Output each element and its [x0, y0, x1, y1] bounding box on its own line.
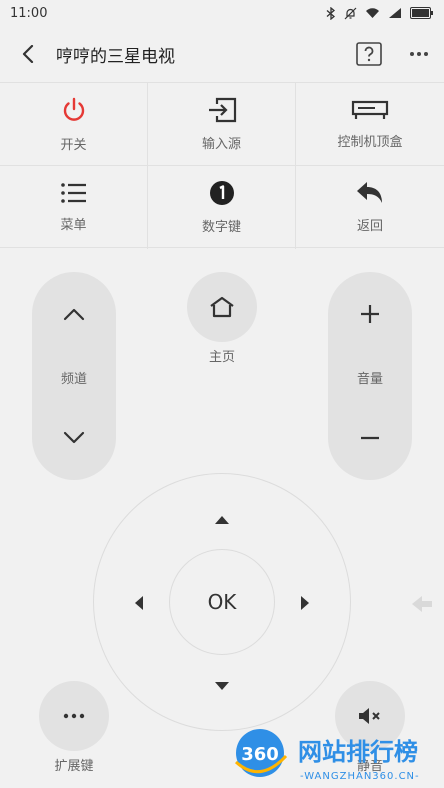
volume-up-button[interactable]: [328, 284, 412, 344]
volume-control: 音量: [328, 272, 412, 480]
number-keys-label: 数字键: [201, 220, 241, 235]
status-bar: 11:00: [0, 0, 444, 26]
more-dots-icon: [63, 713, 85, 719]
status-time: 11:00: [10, 5, 48, 21]
channel-down-button[interactable]: [32, 408, 116, 468]
return-icon: [357, 182, 382, 203]
extend-keys-label: 扩展键: [54, 759, 94, 774]
menu-button[interactable]: 菜单: [0, 166, 148, 249]
set-top-box-button[interactable]: 控制机顶盒: [296, 83, 444, 166]
dpad-left-button[interactable]: [119, 583, 159, 623]
dpad-down-button[interactable]: [202, 666, 242, 706]
home-label: 主页: [208, 350, 235, 365]
signal-icon: [389, 8, 401, 18]
menu-list-icon: [60, 183, 86, 203]
watermark-subtext: -WANGZHAN360.CN-: [300, 771, 420, 782]
chevron-down-icon: [63, 431, 85, 444]
triangle-left-icon: [135, 596, 143, 610]
app-bar: 哼哼的三星电视: [0, 26, 444, 82]
back-button[interactable]: [0, 26, 56, 82]
return-button[interactable]: 返回: [296, 166, 444, 249]
mute-speaker-icon: [359, 708, 380, 724]
bluetooth-icon: [326, 6, 336, 20]
home-icon: [210, 296, 234, 318]
power-button[interactable]: 开关: [0, 83, 148, 166]
chevron-left-icon: [22, 45, 34, 63]
return-label: 返回: [356, 219, 383, 234]
volume-label: 音量: [356, 372, 383, 387]
help-button[interactable]: [344, 26, 394, 82]
dpad-up-button[interactable]: [202, 500, 242, 540]
mute-bell-icon: [344, 7, 357, 19]
input-source-button[interactable]: 输入源: [148, 83, 296, 166]
power-label: 开关: [60, 137, 87, 153]
page-title: 哼哼的三星电视: [56, 46, 175, 67]
watermark-logo: 360 网站排行榜 -WANGZHAN360.CN-: [232, 726, 444, 788]
set-top-box-icon: [351, 100, 389, 119]
triangle-down-icon: [215, 682, 229, 690]
wifi-icon: [366, 8, 379, 18]
dpad-right-button[interactable]: [285, 583, 325, 623]
number-keys-button[interactable]: 数字键: [148, 166, 296, 249]
more-button[interactable]: [394, 26, 444, 82]
minus-icon: [361, 436, 379, 440]
menu-label: 菜单: [60, 218, 87, 233]
battery-icon: [410, 7, 433, 19]
channel-label: 频道: [60, 372, 87, 387]
swipe-hint-arrow-icon: [402, 584, 442, 624]
chevron-up-icon: [63, 308, 85, 321]
number-keys-icon: [209, 181, 234, 205]
channel-control: 频道: [32, 272, 116, 480]
input-source-label: 输入源: [201, 136, 241, 152]
home-button[interactable]: [187, 272, 257, 342]
watermark-text: 网站排行榜: [298, 738, 418, 766]
function-grid: 开关 输入源 控制机顶盒 菜单 数字键 返回: [0, 82, 444, 249]
more-dots-icon: [410, 52, 428, 56]
watermark-badge: 360: [241, 744, 279, 765]
ok-button[interactable]: OK: [169, 549, 275, 655]
volume-down-button[interactable]: [328, 408, 412, 468]
status-icons: [326, 6, 434, 20]
channel-up-button[interactable]: [32, 284, 116, 344]
set-top-box-label: 控制机顶盒: [337, 134, 403, 150]
triangle-up-icon: [215, 516, 229, 524]
power-icon: [63, 97, 84, 121]
input-source-icon: [208, 97, 236, 122]
help-icon: [356, 42, 382, 66]
plus-icon: [361, 305, 379, 323]
triangle-right-icon: [301, 596, 309, 610]
extend-keys-button[interactable]: [39, 681, 109, 751]
